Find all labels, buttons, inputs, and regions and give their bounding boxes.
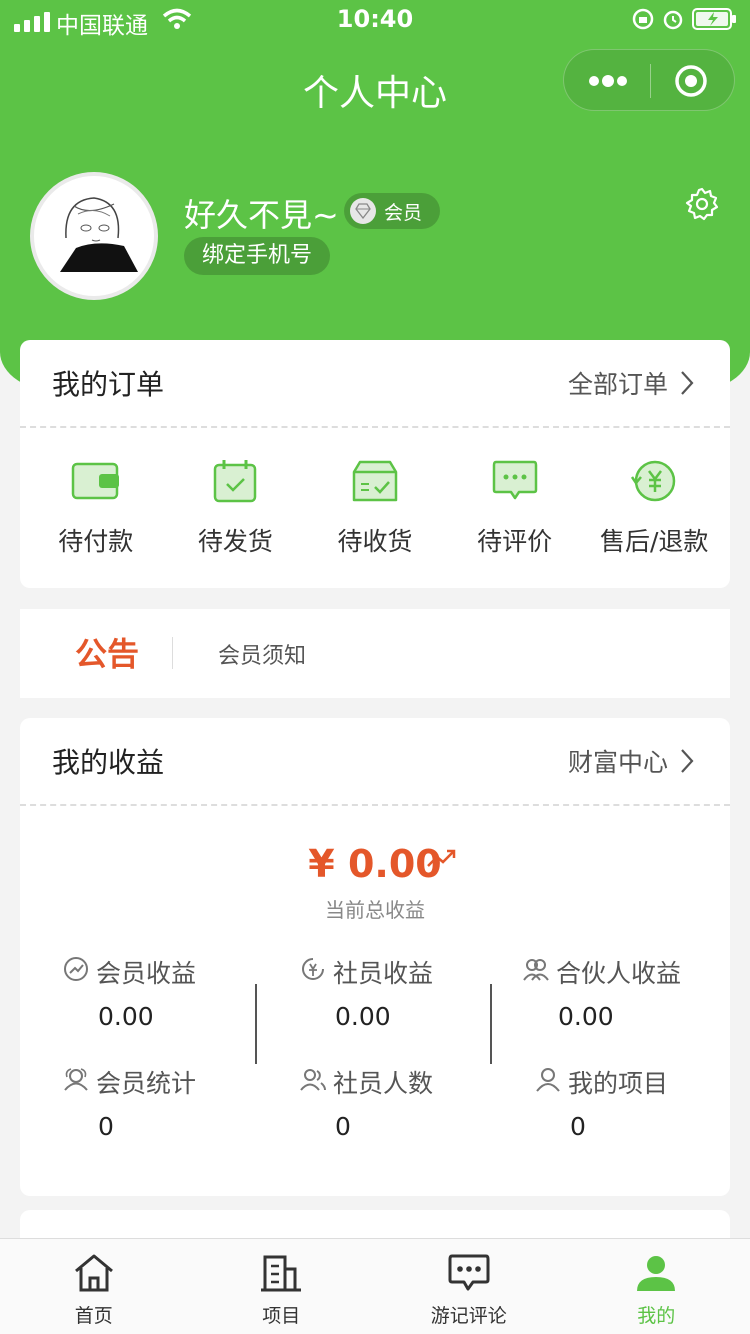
capsule-divider: [650, 64, 651, 98]
stat-label: 我的项目: [568, 1069, 669, 1098]
order-item-label: 待发货: [197, 527, 273, 556]
notice-divider: [172, 637, 173, 669]
tab-label: 游记评论: [430, 1305, 507, 1327]
member-stat-icon: [62, 1065, 90, 1099]
yuan-refresh-icon: [299, 955, 327, 989]
tab-label: 首页: [74, 1305, 113, 1327]
stat-associate-earnings[interactable]: 社员收益 0.00: [299, 954, 499, 1031]
order-pending-review[interactable]: 待评价: [445, 458, 585, 558]
stat-divider: [490, 984, 492, 1064]
orders-card: 我的订单 全部订单 待付款 待发货 待收货 待评价 售后/退款: [20, 340, 730, 588]
stat-value: 0: [570, 1112, 586, 1141]
users-icon: [299, 1065, 327, 1099]
mini-program-capsule: [563, 49, 735, 111]
box-icon: [352, 458, 398, 504]
total-earnings: ¥ 0.00 当前总收益: [20, 842, 730, 923]
wallet-icon: [71, 458, 121, 504]
order-item-label: 售后/退款: [599, 527, 709, 556]
tab-label: 我的: [637, 1305, 676, 1327]
stat-value: 0: [335, 1112, 351, 1141]
wealth-center-link[interactable]: 财富中心: [568, 743, 694, 779]
profile-icon: [634, 1253, 678, 1297]
stat-value: 0.00: [98, 1002, 154, 1031]
tab-label: 项目: [262, 1305, 301, 1327]
avatar[interactable]: [30, 172, 158, 300]
tab-projects[interactable]: 项目: [188, 1239, 376, 1334]
alarm-icon: [662, 8, 684, 36]
calendar-check-icon: [212, 458, 258, 504]
orders-title: 我的订单: [52, 368, 165, 401]
total-earnings-amount: ¥ 0.00: [308, 842, 442, 886]
home-icon: [72, 1253, 116, 1297]
partners-icon: [522, 955, 550, 989]
order-after-sales[interactable]: 售后/退款: [584, 458, 724, 558]
more-icon[interactable]: [588, 72, 628, 90]
comment-icon: [492, 458, 538, 504]
earnings-icon: [62, 955, 90, 989]
stat-label: 会员统计: [96, 1069, 197, 1098]
stat-label: 社员收益: [333, 959, 434, 988]
notice-bar[interactable]: 公告 会员须知: [20, 609, 730, 698]
all-orders-label: 全部订单: [567, 370, 668, 399]
building-icon: [259, 1253, 303, 1297]
close-miniprogram-icon[interactable]: [674, 64, 708, 102]
stat-member-count[interactable]: 会员统计 0: [62, 1064, 262, 1141]
settings-gear-icon[interactable]: [684, 186, 720, 226]
tab-mine[interactable]: 我的: [563, 1239, 750, 1334]
tab-home[interactable]: 首页: [0, 1239, 188, 1334]
tab-travel-reviews[interactable]: 游记评论: [375, 1239, 563, 1334]
member-badge: 会员: [344, 193, 440, 229]
stat-my-projects[interactable]: 我的项目 0: [534, 1064, 734, 1141]
earnings-header: 我的收益 财富中心: [20, 718, 730, 806]
wealth-center-label: 财富中心: [567, 748, 668, 777]
battery-icon: [692, 7, 738, 37]
earnings-card: 我的收益 财富中心 ¥ 0.00 当前总收益 会员收益 0.00 社员收益 0.…: [20, 718, 730, 1196]
stat-value: 0: [98, 1112, 114, 1141]
refund-icon: [630, 458, 678, 504]
stat-label: 会员收益: [96, 959, 197, 988]
stat-label: 社员人数: [333, 1069, 434, 1098]
total-earnings-label: 当前总收益: [325, 898, 425, 922]
stat-member-earnings[interactable]: 会员收益 0.00: [62, 954, 262, 1031]
diamond-icon: [350, 198, 376, 224]
stat-value: 0.00: [558, 1002, 614, 1031]
user-icon: [534, 1065, 562, 1099]
earnings-title: 我的收益: [52, 746, 165, 779]
order-pending-payment[interactable]: 待付款: [26, 458, 166, 558]
stat-associate-count[interactable]: 社员人数 0: [299, 1064, 499, 1141]
rotation-lock-icon: [632, 8, 654, 36]
stat-divider: [255, 984, 257, 1064]
tab-bar: 首页 项目 游记评论 我的: [0, 1238, 750, 1334]
order-item-label: 待评价: [477, 527, 553, 556]
order-pending-receipt[interactable]: 待收货: [305, 458, 445, 558]
chat-icon: [447, 1253, 491, 1297]
order-pending-shipment[interactable]: 待发货: [166, 458, 306, 558]
stat-label: 合伙人收益: [556, 959, 682, 988]
notice-tag: 公告: [75, 635, 140, 673]
notice-text: 会员须知: [218, 644, 307, 669]
order-item-label: 待付款: [58, 527, 134, 556]
bind-phone-button[interactable]: 绑定手机号: [184, 237, 331, 275]
order-item-label: 待收货: [337, 527, 413, 556]
status-bar: 中国联通 10:40: [0, 0, 750, 40]
orders-header: 我的订单 全部订单: [20, 340, 730, 428]
stat-partner-earnings[interactable]: 合伙人收益 0.00: [522, 954, 732, 1031]
chevron-right-icon: [681, 749, 694, 773]
member-badge-label: 会员: [384, 201, 423, 224]
username: 好久不見~: [184, 196, 339, 234]
stat-value: 0.00: [335, 1002, 391, 1031]
trend-up-icon: [426, 848, 458, 874]
all-orders-link[interactable]: 全部订单: [568, 365, 694, 401]
chevron-right-icon: [681, 371, 694, 395]
